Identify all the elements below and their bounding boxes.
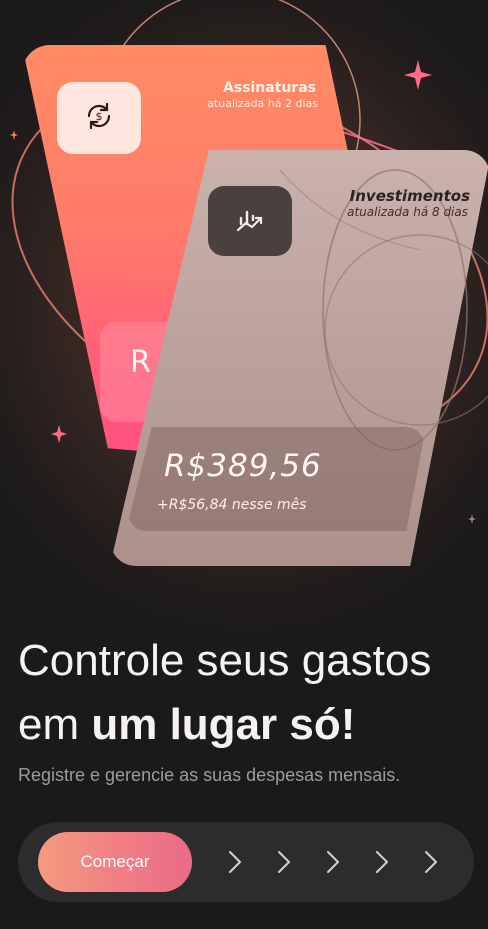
subscriptions-icon-tile: $ (57, 82, 141, 154)
sparkle-tiny (468, 514, 476, 524)
subscriptions-title: Assinaturas (222, 80, 316, 96)
page-title: Controle seus gastos em um lugar só! (18, 629, 478, 757)
page-title-line-1: Controle seus gastos (18, 636, 432, 685)
chevron-right-icon (218, 842, 252, 882)
swipe-chevrons (218, 842, 448, 882)
dollar-refresh-icon: $ (82, 99, 116, 137)
investments-icon-tile (208, 186, 292, 256)
page-subtitle: Registre e gerencie as suas despesas men… (18, 765, 401, 785)
chevron-right-icon (316, 842, 350, 882)
start-button[interactable]: Começar (38, 832, 192, 892)
page-title-line-2-emphasis: um lugar só! (91, 700, 356, 749)
chevron-right-icon (365, 842, 399, 882)
investments-title: Investimentos (349, 187, 470, 205)
investments-updated: atualizada há 8 dias (347, 205, 468, 219)
onboarding-screen: $ Assinaturas atualizada há 2 dias R Inv… (0, 0, 488, 929)
chevron-right-icon (414, 842, 448, 882)
sparkle-large (404, 60, 432, 90)
sparkle-small (10, 130, 18, 140)
investments-balance-change: +R$56,84 nesse mês (157, 497, 307, 513)
subscriptions-amount-partial: R (130, 345, 151, 380)
subscriptions-updated: atualizada há 2 dias (207, 97, 318, 110)
investments-balance-amount: R$389,56 (164, 448, 322, 484)
svg-text:$: $ (96, 110, 103, 123)
page-title-line-2: em um lugar só! (18, 693, 478, 757)
sparkle-medium (51, 425, 67, 443)
chevron-right-icon (267, 842, 301, 882)
chart-up-icon (233, 202, 267, 240)
page-title-line-2-regular: em (18, 700, 92, 749)
